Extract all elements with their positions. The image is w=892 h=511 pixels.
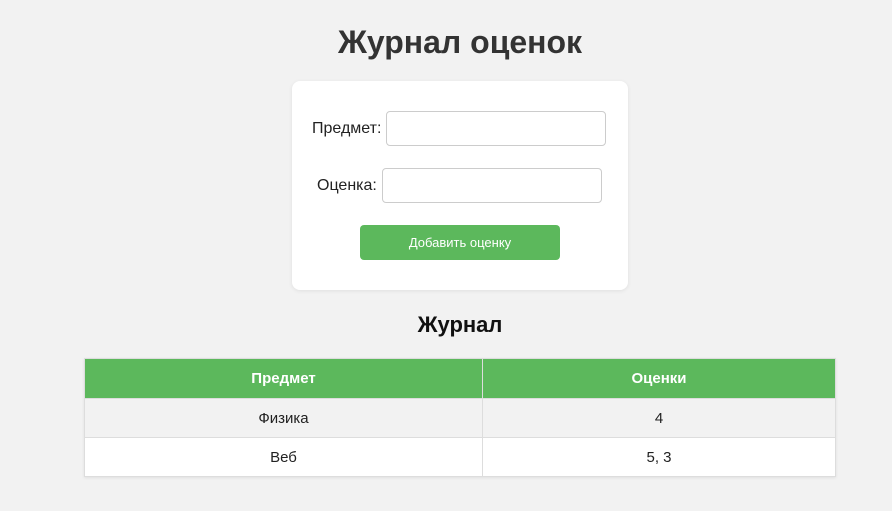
table-header-row: Предмет Оценки (84, 358, 836, 399)
cell-subject: Физика (84, 398, 483, 438)
table-row: Физика 4 (84, 398, 836, 438)
grade-label: Оценка: (317, 176, 377, 194)
cell-subject: Веб (84, 437, 483, 477)
add-grade-form: Предмет: Оценка: Добавить оценку (292, 81, 628, 290)
cell-grades: 5, 3 (482, 437, 836, 477)
table-row: Веб 5, 3 (84, 437, 836, 477)
journal-title: Журнал (417, 312, 503, 337)
subject-input[interactable] (386, 111, 607, 146)
grade-input[interactable] (381, 168, 602, 203)
cell-grades: 4 (482, 398, 836, 438)
add-grade-button[interactable]: Добавить оценку (360, 225, 560, 260)
grade-row: Оценка: (317, 168, 602, 203)
column-header-subject: Предмет (84, 358, 483, 399)
page-title: Журнал оценок (337, 24, 583, 60)
grades-table: Предмет Оценки Физика 4 Веб 5, 3 (84, 358, 836, 477)
subject-row: Предмет: (312, 111, 607, 146)
column-header-grades: Оценки (482, 358, 836, 399)
subject-label: Предмет: (312, 119, 382, 137)
